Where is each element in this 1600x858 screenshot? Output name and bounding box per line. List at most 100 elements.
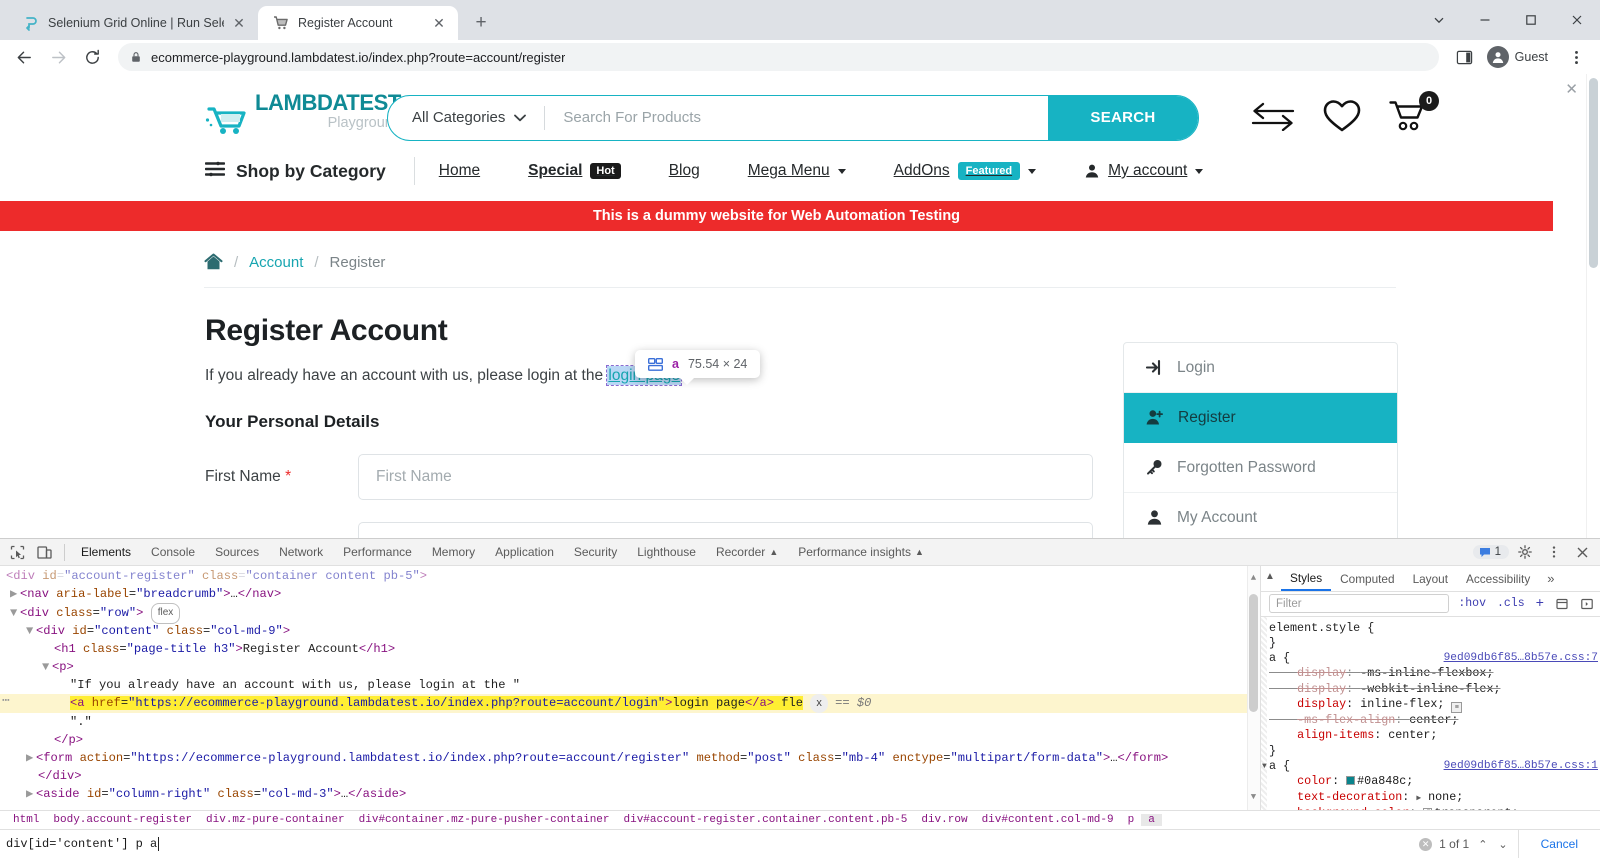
devtools-tab-network[interactable]: Network (269, 539, 333, 565)
window-close-button[interactable] (1554, 0, 1600, 40)
crumb-p[interactable]: p (1121, 814, 1142, 826)
gear-icon[interactable] (1511, 540, 1538, 565)
browser-tab-2[interactable]: Register Account ✕ (258, 6, 458, 40)
sidebar-item-register[interactable]: Register (1124, 393, 1397, 443)
rule-expander-icon[interactable]: ▼ (1262, 759, 1267, 774)
search-next-button[interactable]: ⌄ (1496, 838, 1509, 851)
dom-line[interactable]: ▶ <nav aria-label="breadcrumb">…</nav> (0, 585, 1260, 603)
disclosure-triangle-icon[interactable]: ▶ (26, 785, 36, 803)
devtools-tab-performance[interactable]: Performance (333, 539, 422, 565)
breadcrumb-item-account[interactable]: Account (249, 254, 303, 271)
dom-scrollbar-thumb[interactable] (1249, 594, 1258, 712)
site-logo[interactable]: LAMBDATEST Playground (205, 92, 401, 143)
crumb-body[interactable]: body.account-register (46, 814, 199, 826)
css-declaration[interactable]: background-color: transparent; (1261, 806, 1600, 810)
disclosure-triangle-icon[interactable]: ▶ (10, 585, 20, 603)
close-icon[interactable]: ✕ (430, 14, 448, 32)
css-declaration[interactable]: display: -ms-inline-flexbox; (1261, 666, 1600, 681)
devtools-tab-lighthouse[interactable]: Lighthouse (627, 539, 706, 565)
category-select[interactable]: All Categories (388, 109, 544, 126)
hov-toggle[interactable]: :hov (1456, 597, 1488, 610)
crumb-account-register[interactable]: div#account-register.container.content.p… (617, 814, 915, 826)
heart-icon[interactable] (1323, 99, 1361, 136)
dom-line[interactable]: ▼ <p> (0, 658, 1260, 676)
page-scrollbar[interactable] (1586, 74, 1600, 538)
dom-line[interactable]: </p> (0, 731, 1260, 749)
css-declaration[interactable]: display: -webkit-inline-flex; (1261, 682, 1600, 697)
sidebar-item-login[interactable]: Login (1124, 343, 1397, 393)
devtools-tab-recorder[interactable]: Recorder ▲ (706, 539, 788, 565)
dom-line[interactable]: ▼ <div id="content" class="col-md-9"> (0, 622, 1260, 640)
styles-filter-input[interactable]: Filter (1269, 594, 1450, 614)
maximize-button[interactable] (1508, 0, 1554, 40)
kebab-menu-icon[interactable] (1560, 41, 1592, 73)
crumb-pusher[interactable]: div#container.mz-pure-pusher-container (352, 814, 617, 826)
crumb-a[interactable]: a (1141, 813, 1162, 826)
last-name-input[interactable]: Last Name (358, 522, 1093, 538)
close-icon[interactable] (1569, 540, 1596, 565)
dom-line[interactable]: ▼ <div class="row"> flex (0, 603, 1260, 624)
crumb-html[interactable]: html (6, 814, 46, 826)
crumb-row[interactable]: div.row (914, 814, 974, 826)
nav-item-my-account[interactable]: My account (1060, 162, 1227, 180)
disclosure-triangle-icon[interactable]: ▼ (10, 604, 20, 622)
browser-tab-1[interactable]: Selenium Grid Online | Run Selen ✕ (8, 6, 258, 40)
reload-button[interactable] (76, 41, 108, 73)
nav-item-addons[interactable]: AddOns Featured (870, 162, 1060, 180)
kebab-menu-icon[interactable] (1540, 540, 1567, 565)
search-prev-button[interactable]: ⌃ (1476, 838, 1489, 851)
new-tab-button[interactable]: + (466, 8, 496, 38)
css-declaration[interactable]: text-decoration: ▶ none; (1261, 790, 1600, 806)
inspect-cursor-icon[interactable] (4, 540, 31, 565)
css-rules-list[interactable]: element.style {} 9ed09db6f85…8b57e.css:7 a… (1261, 616, 1600, 810)
toggle-sidebar-icon[interactable] (1578, 598, 1596, 610)
devtools-search-input[interactable]: div[id='content'] p a (6, 837, 1419, 852)
computed-styles-sidebar-icon[interactable] (1553, 598, 1571, 610)
close-icon[interactable]: ✕ (230, 14, 248, 32)
shop-by-category-button[interactable]: Shop by Category (204, 161, 414, 182)
css-rule-selector[interactable]: 9ed09db6f85…8b57e.css:7 a { (1261, 651, 1600, 666)
search-button[interactable]: SEARCH (1048, 95, 1198, 140)
styles-tab-computed[interactable]: Computed (1331, 566, 1403, 591)
disclosure-triangle-icon[interactable]: ▼ (26, 622, 36, 640)
sidebar-item-forgotten-password[interactable]: Forgotten Password (1124, 443, 1397, 493)
css-declaration[interactable]: color: #0a848c; (1261, 774, 1600, 789)
devtools-tab-memory[interactable]: Memory (422, 539, 485, 565)
dom-overflow-ellipsis[interactable]: ⋯ (2, 692, 10, 710)
css-rule-selector[interactable]: element.style { (1261, 621, 1600, 636)
notice-close-icon[interactable]: ✕ (1565, 80, 1578, 98)
dom-line-selected[interactable]: <a href="https://ecommerce-playground.la… (0, 694, 1260, 713)
chevron-down-icon[interactable] (1416, 0, 1462, 40)
devtools-tab-sources[interactable]: Sources (205, 539, 269, 565)
dom-line[interactable]: </div> (0, 767, 1260, 785)
dom-line[interactable]: <div id="account-register" class="contai… (0, 567, 1260, 585)
disclosure-triangle-icon[interactable]: ▶ (26, 749, 36, 767)
expand-triangle-icon[interactable]: ▶ (1416, 794, 1421, 803)
minimize-button[interactable] (1462, 0, 1508, 40)
css-declaration[interactable]: -ms-flex-align: center; (1261, 713, 1600, 728)
styles-tab-accessibility[interactable]: Accessibility (1457, 566, 1539, 591)
devtools-tab-performance-insights[interactable]: Performance insights ▲ (788, 539, 934, 565)
profile-button[interactable]: Guest (1483, 43, 1558, 71)
nav-item-special[interactable]: Special Hot (504, 162, 645, 180)
address-bar[interactable]: ecommerce-playground.lambdatest.io/index… (118, 43, 1439, 71)
first-name-input[interactable]: First Name (358, 454, 1093, 500)
dom-line[interactable]: "." (0, 713, 1260, 731)
home-icon[interactable] (204, 253, 223, 271)
styles-more-tabs-icon[interactable]: » (1539, 571, 1562, 586)
styles-tab-layout[interactable]: Layout (1404, 566, 1457, 591)
dom-line[interactable]: "If you already have an account with us,… (0, 676, 1260, 694)
crumb-container[interactable]: div.mz-pure-container (199, 814, 352, 826)
clear-icon[interactable]: ✕ (1419, 837, 1433, 851)
search-input[interactable]: Search For Products (545, 109, 1048, 126)
dom-tree-pane[interactable]: <div id="account-register" class="contai… (0, 566, 1260, 810)
scroll-down-arrow-icon[interactable]: ▼ (1249, 788, 1258, 806)
cart-icon[interactable]: 0 (1389, 91, 1439, 136)
devtools-tab-console[interactable]: Console (141, 539, 205, 565)
crumb-content[interactable]: div#content.col-md-9 (975, 814, 1121, 826)
devtools-tab-security[interactable]: Security (564, 539, 627, 565)
css-declaration[interactable]: display: inline-flex; ≡ (1261, 697, 1600, 714)
compare-arrows-icon[interactable] (1251, 101, 1295, 134)
dom-line[interactable]: ▶ <aside id="column-right" class="col-md-… (0, 785, 1260, 803)
page-scrollbar-thumb[interactable] (1589, 78, 1598, 268)
